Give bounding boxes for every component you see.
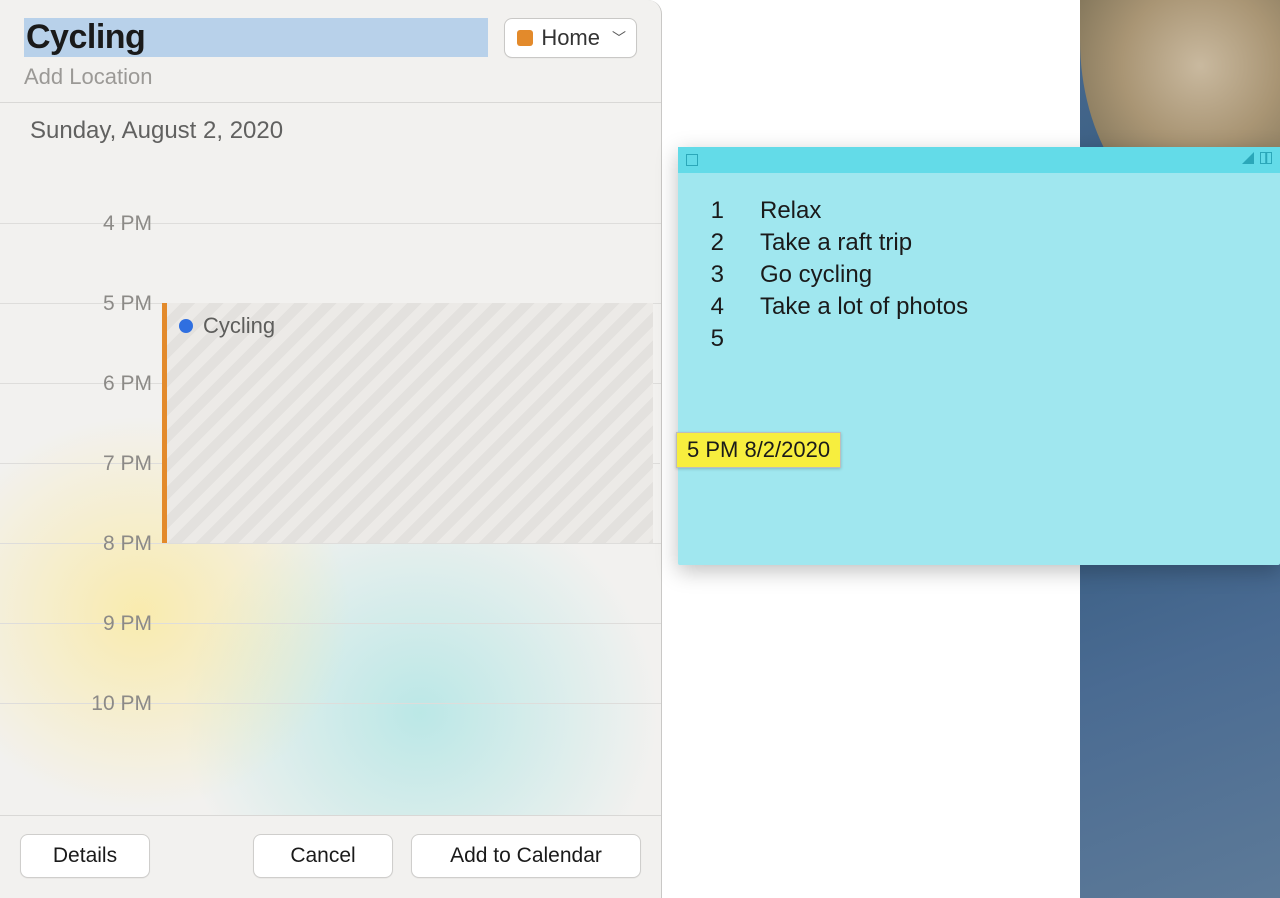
list-item-text: Take a lot of photos [760, 293, 968, 321]
event-block[interactable]: Cycling [162, 303, 653, 543]
datetime-tooltip: 5 PM 8/2/2020 [676, 432, 841, 468]
calendar-selector[interactable]: Home ﹀ [504, 18, 637, 58]
list-item-number: 2 [706, 229, 724, 257]
cancel-button[interactable]: Cancel [253, 834, 393, 878]
details-button[interactable]: Details [20, 834, 150, 878]
list-item-text: Take a raft trip [760, 229, 912, 257]
stickies-titlebar[interactable] [678, 147, 1280, 173]
stickies-window[interactable]: 1 Relax 2 Take a raft trip 3 Go cycling 4 Take … [678, 147, 1280, 565]
timeline[interactable]: 4 PM5 PM6 PM7 PM8 PM9 PM10 PMCycling [0, 153, 661, 815]
hour-label: 4 PM [82, 212, 152, 236]
event-date-label: Sunday, August 2, 2020 [0, 103, 661, 153]
event-title-input[interactable] [24, 18, 488, 57]
add-to-calendar-button[interactable]: Add to Calendar [411, 834, 641, 878]
resize-icon[interactable] [1242, 152, 1254, 164]
hour-label: 6 PM [82, 372, 152, 396]
list-item-number: 4 [706, 293, 724, 321]
list-item-number: 1 [706, 197, 724, 225]
event-header: Home ﹀ [0, 0, 661, 103]
hour-label: 8 PM [82, 532, 152, 556]
hour-row: 4 PM [0, 223, 661, 303]
event-dot-icon [179, 319, 193, 333]
chevron-down-icon: ﹀ [612, 28, 626, 48]
location-input[interactable] [24, 64, 637, 90]
stickies-body[interactable]: 1 Relax 2 Take a raft trip 3 Go cycling 4 Take … [678, 173, 1280, 565]
hour-label: 9 PM [82, 612, 152, 636]
list-item-text: Go cycling [760, 261, 872, 289]
list-item[interactable]: 5 [706, 325, 1252, 353]
close-icon[interactable] [686, 154, 698, 166]
hour-row: 9 PM [0, 623, 661, 703]
list-item-number: 3 [706, 261, 724, 289]
calendar-color-swatch [517, 30, 533, 46]
hour-label: 5 PM [82, 292, 152, 316]
list-item-number: 5 [706, 325, 724, 353]
event-block-title: Cycling [203, 313, 275, 339]
calendar-selector-label: Home [541, 25, 600, 51]
list-item[interactable]: 1 Relax [706, 197, 1252, 225]
list-item[interactable]: 2 Take a raft trip [706, 229, 1252, 257]
hour-row: 8 PM [0, 543, 661, 623]
event-popover: Home ﹀ Sunday, August 2, 2020 4 PM5 PM6 … [0, 0, 662, 898]
list-item[interactable]: 3 Go cycling [706, 261, 1252, 289]
maximize-icon[interactable] [1260, 152, 1272, 164]
list-item[interactable]: 4 Take a lot of photos [706, 293, 1252, 321]
hour-label: 10 PM [82, 692, 152, 716]
popover-footer: Details Cancel Add to Calendar [0, 815, 661, 898]
list-item-text: Relax [760, 197, 821, 225]
hour-row: 10 PM [0, 703, 661, 783]
hour-label: 7 PM [82, 452, 152, 476]
